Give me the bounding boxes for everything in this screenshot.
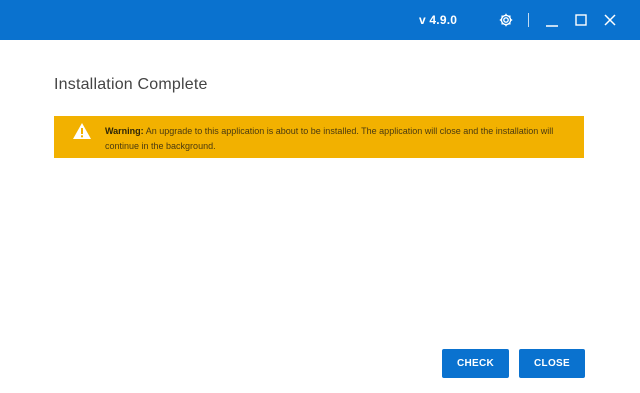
warning-label: Warning: [105, 126, 144, 136]
title-bar: v 4.9.0 [0, 0, 640, 40]
close-icon[interactable] [602, 12, 618, 28]
warning-body: An upgrade to this application is about … [105, 126, 554, 151]
warning-banner: Warning: An upgrade to this application … [54, 116, 584, 158]
titlebar-divider [528, 13, 529, 27]
page-title: Installation Complete [54, 76, 208, 93]
gear-icon[interactable] [498, 12, 514, 28]
minimize-icon[interactable] [544, 12, 560, 28]
maximize-icon[interactable] [573, 12, 589, 28]
close-button[interactable]: CLOSE [519, 349, 585, 378]
installer-window: v 4.9.0 Installation Complete Warning: A… [0, 0, 640, 393]
version-label: v 4.9.0 [419, 13, 458, 27]
check-button[interactable]: CHECK [442, 349, 509, 378]
warning-message: Warning: An upgrade to this application … [105, 124, 575, 154]
warning-triangle-icon [73, 123, 91, 139]
